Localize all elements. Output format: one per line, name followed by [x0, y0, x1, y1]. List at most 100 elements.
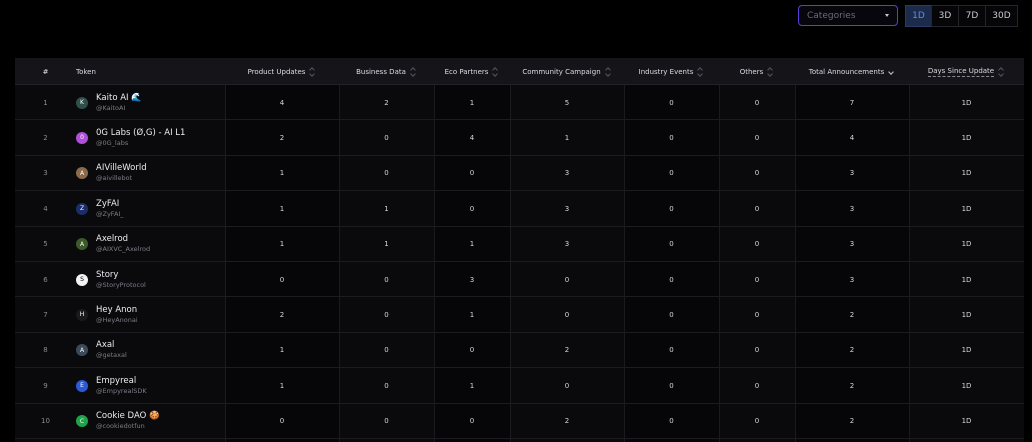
cell-rank: 7 [43, 310, 48, 319]
cell-total-announcements: 2 [849, 346, 855, 355]
categories-select[interactable]: Categories [798, 5, 898, 26]
cell-rank: 8 [43, 346, 48, 355]
token-cell[interactable]: C Cookie DAO 🍪 @cookiedotfun [76, 404, 160, 439]
token-handle[interactable]: @ZyFAI_ [96, 210, 124, 219]
token-cell[interactable]: E Empyreal @EmpyrealSDK [76, 368, 147, 403]
token-name[interactable]: Story [96, 270, 146, 281]
table-row[interactable]: 10 C Cookie DAO 🍪 @cookiedotfun 0 0 0 2 0 0 2 1D [15, 404, 1024, 439]
token-cell[interactable]: K Kaito AI 🌊 @KaitoAI [76, 85, 142, 120]
cell-industry-events: 0 [669, 417, 674, 426]
cell-eco-partners: 0 [469, 417, 475, 426]
token-name[interactable]: Axal [96, 340, 127, 351]
range-button-7d[interactable]: 7D [958, 5, 986, 27]
token-avatar-icon: E [76, 379, 88, 392]
sort-icon[interactable] [698, 67, 704, 77]
token-handle[interactable]: @StoryProtocol [96, 281, 146, 290]
column-header-label: Business Data [356, 67, 406, 76]
column-header-community-campaign[interactable]: Community Campaign [510, 58, 624, 85]
table-row[interactable]: 7 H Hey Anon @HeyAnonai 2 0 1 0 0 0 2 1D [15, 297, 1024, 333]
token-cell[interactable]: H Hey Anon @HeyAnonai [76, 297, 138, 332]
column-header-others[interactable]: Others [719, 58, 795, 85]
sort-icon[interactable] [999, 67, 1005, 77]
cell-eco-partners: 0 [469, 169, 475, 178]
cell-total-announcements: 3 [849, 204, 855, 213]
token-cell[interactable]: A AIVilleWorld @aivillebot [76, 156, 147, 191]
token-handle[interactable]: @AIXVC_Axelrod [96, 245, 150, 254]
cell-business-data: 2 [384, 98, 389, 107]
cell-eco-partners: 1 [469, 310, 475, 319]
cell-days-since-update: 1D [961, 204, 972, 213]
table-row[interactable]: 4 Z ZyFAI @ZyFAI_ 1 1 0 3 0 0 3 1D [15, 191, 1024, 227]
column-header-business-data[interactable]: Business Data [339, 58, 434, 85]
cell-days-since-update: 1D [961, 417, 972, 426]
token-name[interactable]: Cookie DAO 🍪 [96, 411, 160, 422]
sort-icon[interactable] [768, 67, 774, 77]
sort-icon[interactable] [411, 67, 417, 77]
token-avatar-icon: H [76, 308, 88, 321]
cell-days-since-update: 1D [961, 381, 972, 390]
table-row[interactable]: 1 K Kaito AI 🌊 @KaitoAI 4 2 1 5 0 0 7 1D [15, 85, 1024, 121]
token-handle[interactable]: @getaxal [96, 351, 127, 360]
cell-rank: 1 [43, 98, 48, 107]
column-header-total-announcements[interactable]: Total Announcements [795, 58, 909, 85]
token-name[interactable]: 0G Labs (Ø,G) - AI L1 [96, 128, 185, 139]
column-header-rank: # [15, 58, 76, 85]
cell-days-since-update: 1D [961, 169, 972, 178]
cell-rank: 9 [43, 381, 48, 390]
cell-others: 0 [754, 346, 760, 355]
table-row[interactable]: 9 E Empyreal @EmpyrealSDK 1 0 1 0 0 0 2 1D [15, 368, 1024, 404]
sort-icon[interactable] [606, 67, 612, 77]
token-cell[interactable]: S Story @StoryProtocol [76, 262, 146, 297]
sort-icon[interactable] [493, 67, 499, 77]
column-header-label: Others [739, 67, 764, 76]
token-cell[interactable]: Z ZyFAI @ZyFAI_ [76, 191, 124, 226]
cell-community-campaign: 0 [564, 310, 570, 319]
cell-rank: 6 [43, 275, 48, 284]
token-handle[interactable]: @0G_labs [96, 139, 185, 148]
cell-community-campaign: 3 [564, 169, 570, 178]
token-handle[interactable]: @HeyAnonai [96, 316, 138, 325]
range-button-1d[interactable]: 1D [905, 5, 932, 27]
token-name[interactable]: AIVilleWorld [96, 163, 147, 174]
cell-product-updates: 1 [279, 204, 285, 213]
token-name[interactable]: Empyreal [96, 376, 147, 387]
cell-total-announcements: 2 [849, 310, 855, 319]
token-cell[interactable]: A Axelrod @AIXVC_Axelrod [76, 227, 150, 262]
token-cell[interactable]: A Axal @getaxal [76, 333, 127, 368]
table-row[interactable]: 5 A Axelrod @AIXVC_Axelrod 1 1 1 3 0 0 3 1D [15, 227, 1024, 262]
table-row[interactable]: 2 0 0G Labs (Ø,G) - AI L1 @0G_labs 2 0 4 1 0 0 4 1D [15, 120, 1024, 156]
cell-product-updates: 4 [279, 98, 285, 107]
token-name[interactable]: Kaito AI 🌊 [96, 93, 142, 104]
column-header-label: Product Updates [247, 67, 306, 76]
table-row[interactable]: 6 S Story @StoryProtocol 0 0 3 0 0 0 3 1D [15, 262, 1024, 298]
range-button-30d[interactable]: 30D [985, 5, 1018, 27]
token-handle[interactable]: @aivillebot [96, 174, 147, 183]
column-header-product-updates[interactable]: Product Updates [225, 58, 339, 85]
table-row[interactable]: 8 A Axal @getaxal 1 0 0 2 0 0 2 1D [15, 333, 1024, 369]
range-button-3d[interactable]: 3D [931, 5, 959, 27]
cell-total-announcements: 4 [849, 133, 855, 142]
column-header-label: Eco Partners [444, 67, 489, 76]
table-header: # Token Product Updates Business Data Eco Pa… [15, 58, 1024, 85]
cell-product-updates: 2 [279, 310, 285, 319]
token-handle[interactable]: @KaitoAI [96, 104, 142, 113]
token-cell[interactable]: 0 0G Labs (Ø,G) - AI L1 @0G_labs [76, 120, 185, 155]
sort-desc-icon[interactable] [889, 67, 895, 77]
sort-icon[interactable] [310, 67, 316, 77]
cell-community-campaign: 2 [564, 417, 570, 426]
categories-placeholder: Categories [807, 10, 856, 21]
table-row[interactable]: 3 A AIVilleWorld @aivillebot 1 0 0 3 0 0 3 1D [15, 156, 1024, 192]
token-name[interactable]: Hey Anon [96, 305, 138, 316]
column-header-eco-partners[interactable]: Eco Partners [434, 58, 510, 85]
token-handle[interactable]: @EmpyrealSDK [96, 387, 147, 396]
column-header-days-since-update[interactable]: Days Since Update [909, 58, 1024, 85]
column-header-label: Community Campaign [522, 67, 601, 76]
cell-others: 0 [754, 417, 760, 426]
column-header-industry-events[interactable]: Industry Events [624, 58, 719, 85]
token-handle[interactable]: @cookiedotfun [96, 422, 160, 431]
token-avatar-icon: C [76, 415, 88, 428]
token-name[interactable]: ZyFAI [96, 199, 124, 210]
cell-business-data: 0 [384, 275, 389, 284]
cell-community-campaign: 0 [564, 381, 570, 390]
token-name[interactable]: Axelrod [96, 234, 150, 245]
